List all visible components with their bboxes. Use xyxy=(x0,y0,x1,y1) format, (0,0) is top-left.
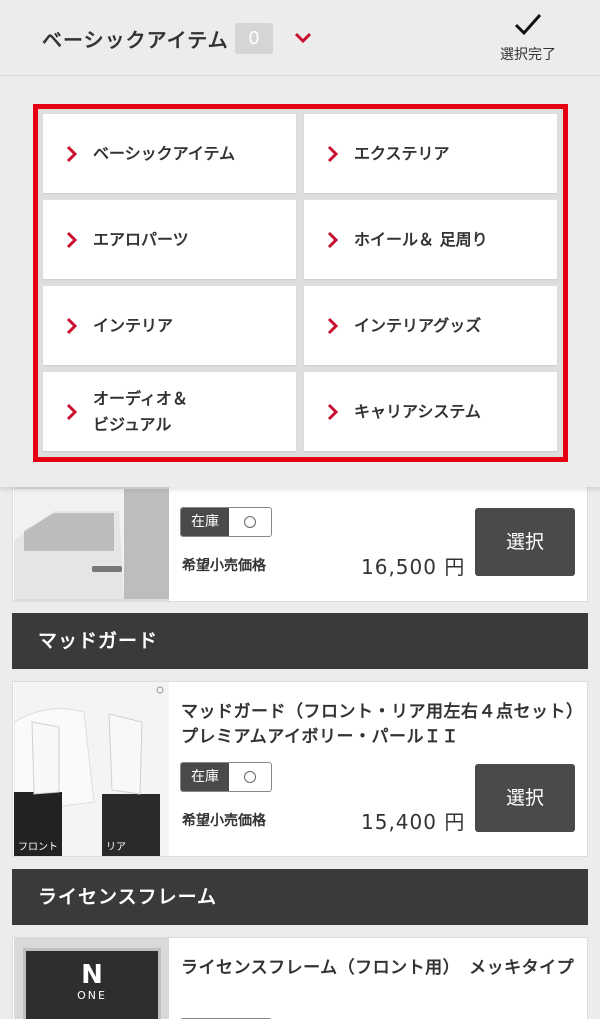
category-label: ホイール＆ 足周り xyxy=(354,229,488,249)
thumb-caption-front: フロント xyxy=(18,842,58,853)
stock-radio[interactable] xyxy=(229,508,271,536)
stock-toggle[interactable]: 在庫 xyxy=(180,762,272,792)
plate-logo: N xyxy=(81,960,103,990)
header-bar: ベーシックアイテム 0 選択完了 xyxy=(0,0,600,76)
chevron-right-icon xyxy=(327,231,339,248)
price-value: 15,400 円 xyxy=(361,810,466,834)
product-card: N ONE ライセンスフレーム（フロント用） メッキタイプ xyxy=(12,937,588,1019)
category-grid: ベーシックアイテム エクステリア エアロパーツ ホイール＆ 足周り インテリア … xyxy=(43,114,558,451)
category-aero-parts[interactable]: エアロパーツ xyxy=(43,200,296,279)
category-highlight-frame: ベーシックアイテム エクステリア エアロパーツ ホイール＆ 足周り インテリア … xyxy=(33,104,568,462)
category-wheels[interactable]: ホイール＆ 足周り xyxy=(304,200,557,279)
chevron-right-icon xyxy=(66,145,78,162)
stock-radio[interactable] xyxy=(229,763,271,791)
plate-subtext: ONE xyxy=(77,989,107,1002)
price-label: 希望小売価格 xyxy=(182,558,266,574)
chevron-down-icon[interactable] xyxy=(293,28,313,48)
stock-label: 在庫 xyxy=(181,508,229,536)
product-card: フロント リア マッドガード（フロント・リア用左右４点セット） プレミアムアイボ… xyxy=(12,681,593,857)
category-exterior[interactable]: エクステリア xyxy=(304,114,557,193)
chevron-right-icon xyxy=(66,403,78,420)
chevron-right-icon xyxy=(327,403,339,420)
category-basic-items[interactable]: ベーシックアイテム xyxy=(43,114,296,193)
stock-toggle[interactable]: 在庫 xyxy=(180,507,272,537)
chevron-right-icon xyxy=(66,231,78,248)
checkmark-icon xyxy=(514,14,542,36)
section-header: マッドガード xyxy=(12,613,588,669)
done-label: 選択完了 xyxy=(500,47,556,63)
chevron-right-icon xyxy=(327,145,339,162)
category-label: ベーシックアイテム xyxy=(93,143,236,163)
product-name: マッドガード（フロント・リア用左右４点セット） プレミアムアイボリー・パールＩＩ xyxy=(181,702,593,747)
chevron-right-icon xyxy=(66,317,78,334)
section-header: ライセンスフレーム xyxy=(12,869,588,925)
category-label: エクステリア xyxy=(354,143,450,163)
category-label: エアロパーツ xyxy=(93,229,189,249)
category-interior-goods[interactable]: インテリアグッズ xyxy=(304,286,557,365)
product-image: フロント リア xyxy=(14,682,169,856)
product-card: 在庫 希望小売価格 16,500 円 選択 xyxy=(12,470,588,602)
select-button[interactable]: 選択 xyxy=(475,508,575,576)
done-button[interactable]: 選択完了 xyxy=(490,10,566,70)
price-label: 希望小売価格 xyxy=(182,813,266,829)
category-interior[interactable]: インテリア xyxy=(43,286,296,365)
category-label: インテリア xyxy=(93,315,174,335)
chevron-right-icon xyxy=(327,317,339,334)
price-value: 16,500 円 xyxy=(361,555,466,579)
category-audio-visual[interactable]: オーディオ＆ ビジュアル xyxy=(43,372,296,451)
category-label: キャリアシステム xyxy=(354,401,481,421)
product-name: ライセンスフレーム（フロント用） メッキタイプ xyxy=(181,958,575,978)
category-dropdown-panel: ベーシックアイテム エクステリア エアロパーツ ホイール＆ 足周り インテリア … xyxy=(0,77,600,487)
product-image xyxy=(14,471,169,601)
thumb-caption-rear: リア xyxy=(106,842,126,853)
selected-count-badge: 0 xyxy=(235,23,273,54)
category-label: インテリアグッズ xyxy=(354,315,482,335)
category-carrier-system[interactable]: キャリアシステム xyxy=(304,372,557,451)
category-title[interactable]: ベーシックアイテム xyxy=(42,24,229,53)
stock-label: 在庫 xyxy=(181,763,229,791)
select-button[interactable]: 選択 xyxy=(475,764,575,832)
product-image: N ONE xyxy=(14,938,169,1019)
category-label: オーディオ＆ ビジュアル xyxy=(93,388,188,434)
